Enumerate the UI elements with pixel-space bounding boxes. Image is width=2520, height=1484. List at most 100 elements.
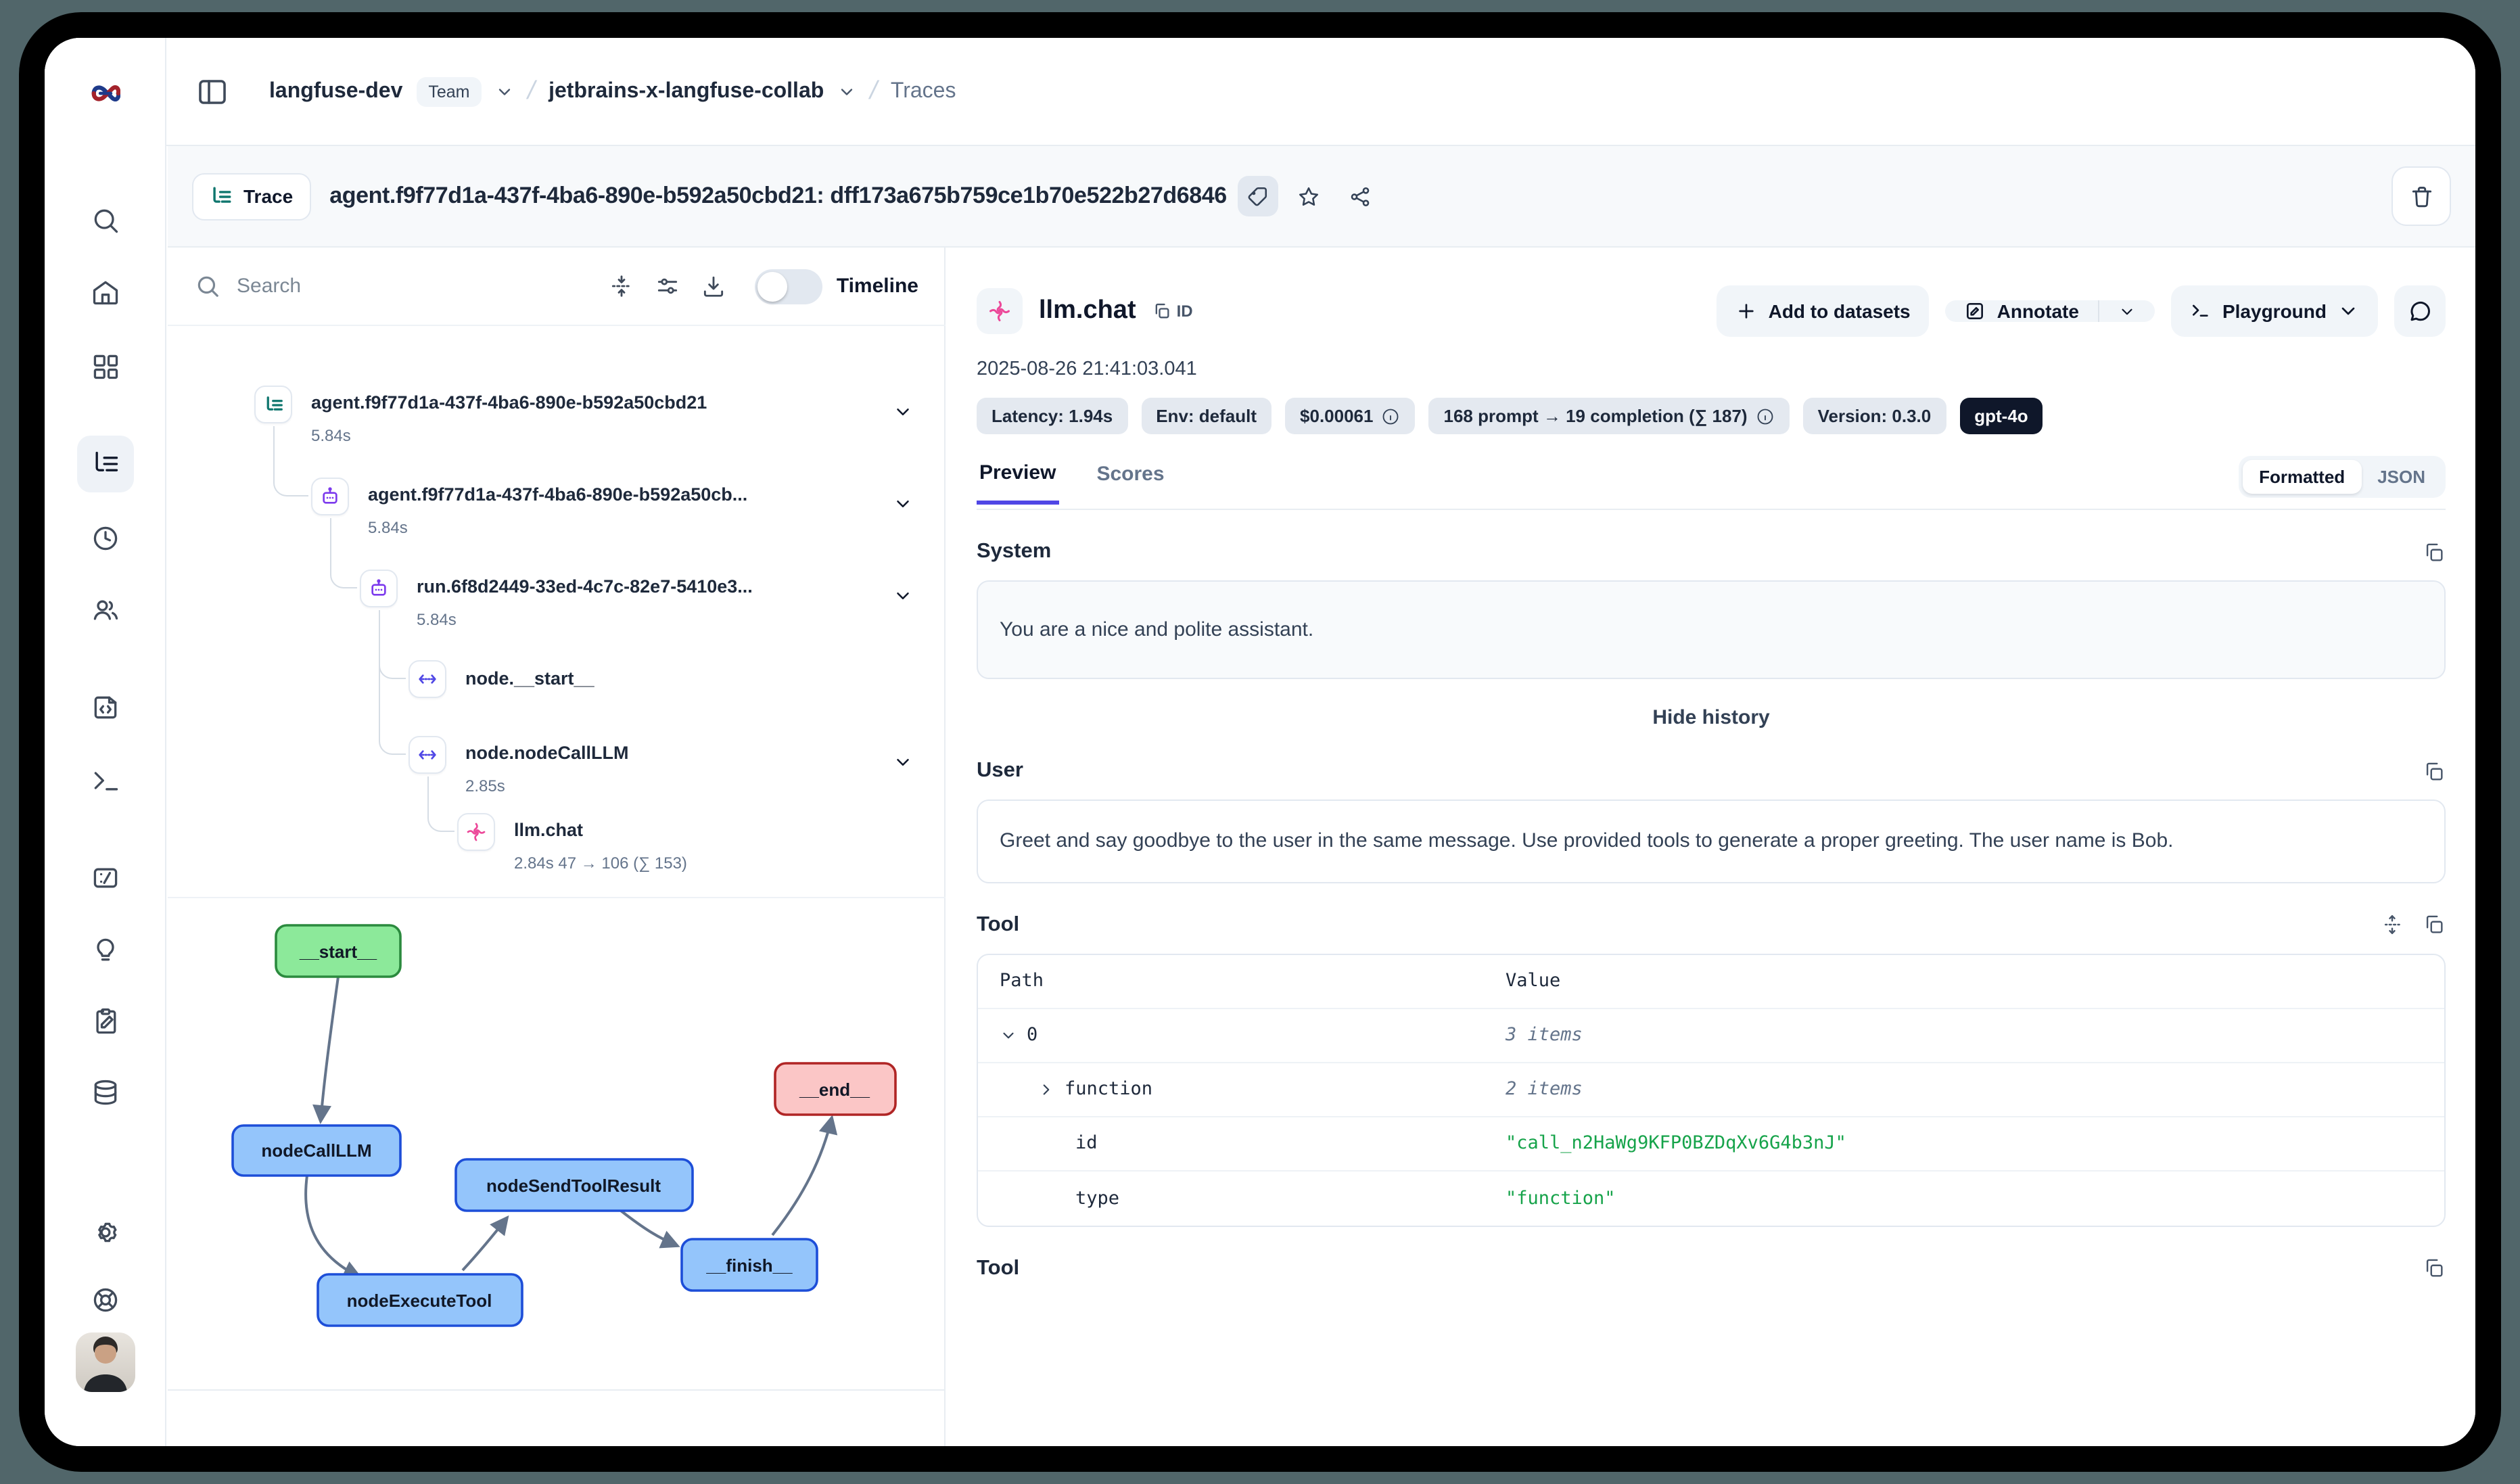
- user-avatar[interactable]: [76, 1332, 135, 1392]
- cost-value: $0.00061: [1300, 406, 1373, 426]
- playground-terminal-icon[interactable]: [77, 752, 134, 809]
- chevron-down-icon[interactable]: [837, 83, 856, 101]
- tree-row-label[interactable]: agent.f9f77d1a-437f-4ba6-890e-b592a50cbd…: [311, 392, 707, 413]
- json-value: 3 items: [1506, 1024, 1583, 1046]
- copy-icon[interactable]: [2423, 913, 2446, 936]
- agent-icon[interactable]: [311, 478, 349, 515]
- info-icon: [1756, 407, 1775, 425]
- search-icon[interactable]: [77, 192, 134, 249]
- trace-tree-panel: Search Timeline agent.f9f77d1a-4: [168, 248, 946, 1446]
- model-badge[interactable]: gpt-4o: [1959, 398, 2043, 434]
- agent-graph[interactable]: __start__ nodeCallLLM nodeSendToolResult…: [168, 897, 946, 1391]
- share-icon[interactable]: [1340, 176, 1381, 216]
- settings-gear-icon[interactable]: [77, 1204, 134, 1261]
- tab-scores[interactable]: Scores: [1094, 463, 1167, 502]
- col-path: Path: [978, 970, 1506, 992]
- tokens-value: 168 prompt → 19 completion (∑ 187): [1444, 406, 1748, 426]
- annotate-label: Annotate: [1997, 300, 2079, 322]
- tree-connector: [427, 776, 454, 832]
- hide-history-link[interactable]: Hide history: [977, 707, 2446, 730]
- annotate-button[interactable]: Annotate: [1946, 300, 2098, 322]
- org-logo[interactable]: [77, 65, 134, 122]
- copy-icon[interactable]: [2423, 540, 2446, 563]
- search-input[interactable]: Search: [237, 275, 301, 298]
- tab-preview[interactable]: Preview: [977, 461, 1058, 505]
- breadcrumb-project[interactable]: jetbrains-x-langfuse-collab: [549, 80, 824, 104]
- edge-finish-end: [772, 1117, 832, 1235]
- graph-node-label: __start__: [299, 942, 377, 962]
- trace-icon[interactable]: [254, 386, 292, 423]
- add-to-datasets-button[interactable]: Add to datasets: [1717, 285, 1930, 337]
- dashboard-icon[interactable]: [77, 338, 134, 395]
- breadcrumb: langfuse-dev Team / jetbrains-x-langfuse…: [196, 38, 956, 146]
- delete-trace-button[interactable]: [2391, 166, 2451, 226]
- expand-icon[interactable]: [2381, 913, 2404, 936]
- tree-row-label[interactable]: node.nodeCallLLM: [465, 743, 629, 763]
- table-row[interactable]: function 2 items: [978, 1063, 2444, 1117]
- json-value: "call_n2HaWg9KFP0BZDqXv6G4b3nJ": [1506, 1132, 1846, 1154]
- playground-button[interactable]: Playground: [2171, 285, 2378, 337]
- graph-node-label: nodeCallLLM: [261, 1140, 371, 1161]
- table-row[interactable]: 0 3 items: [978, 1008, 2444, 1063]
- tree-row-label[interactable]: run.6f8d2449-33ed-4c7c-82e7-5410e3...: [417, 576, 753, 597]
- sessions-clock-icon[interactable]: [77, 510, 134, 567]
- tree-row-label[interactable]: node.__start__: [465, 668, 594, 689]
- env-badge: Env: default: [1141, 398, 1271, 434]
- tracing-icon[interactable]: [77, 436, 134, 492]
- breadcrumb-org[interactable]: langfuse-dev: [269, 80, 402, 104]
- home-icon[interactable]: [77, 264, 134, 321]
- table-header-row: Path Value: [978, 954, 2444, 1008]
- span-icon[interactable]: [409, 736, 446, 774]
- breadcrumb-separator: /: [525, 77, 538, 107]
- tool-json-table: Path Value 0 3 items function: [977, 953, 2446, 1226]
- tree-row-duration: 5.84s: [417, 610, 457, 629]
- generation-icon[interactable]: [457, 813, 495, 851]
- chevron-down-icon[interactable]: [893, 752, 913, 772]
- annotate-dropdown-button[interactable]: [2099, 300, 2155, 322]
- chevron-down-icon[interactable]: [893, 402, 913, 422]
- table-row[interactable]: id "call_n2HaWg9KFP0BZDqXv6G4b3nJ": [978, 1117, 2444, 1171]
- cost-badge[interactable]: $0.00061: [1285, 398, 1415, 434]
- chevron-down-icon[interactable]: [893, 494, 913, 514]
- agent-icon[interactable]: [360, 570, 398, 607]
- prompts-icon[interactable]: [77, 679, 134, 736]
- chevron-right-icon[interactable]: [1037, 1080, 1055, 1098]
- toggle-knob: [758, 271, 788, 301]
- tree-row-label[interactable]: agent.f9f77d1a-437f-4ba6-890e-b592a50cb.…: [368, 484, 747, 505]
- version-badge: Version: 0.3.0: [1803, 398, 1946, 434]
- timeline-toggle[interactable]: [755, 269, 823, 304]
- table-row[interactable]: type "function": [978, 1171, 2444, 1225]
- tree-row-label[interactable]: llm.chat: [514, 820, 583, 840]
- top-bar: langfuse-dev Team / jetbrains-x-langfuse…: [45, 38, 2475, 146]
- datasets-database-icon[interactable]: [77, 1065, 134, 1121]
- format-json[interactable]: JSON: [2361, 460, 2442, 494]
- support-lifebuoy-icon[interactable]: [77, 1272, 134, 1328]
- tag-icon[interactable]: [1238, 176, 1278, 216]
- chevron-down-icon[interactable]: [496, 83, 515, 101]
- format-formatted[interactable]: Formatted: [2243, 460, 2361, 494]
- playground-label: Playground: [2222, 300, 2327, 322]
- annotate-button-group: Annotate: [1946, 300, 2155, 322]
- copy-id[interactable]: ID: [1152, 302, 1193, 321]
- copy-icon[interactable]: [2423, 1257, 2446, 1280]
- display-settings-icon[interactable]: [645, 263, 691, 309]
- tokens-badge[interactable]: 168 prompt → 19 completion (∑ 187): [1429, 398, 1790, 434]
- copy-icon[interactable]: [2423, 760, 2446, 783]
- star-icon[interactable]: [1289, 176, 1330, 216]
- chevron-down-icon[interactable]: [893, 586, 913, 606]
- detail-title-row: llm.chat ID Add to datasets: [977, 285, 2446, 337]
- breadcrumb-section[interactable]: Traces: [891, 80, 956, 104]
- system-heading: System: [977, 540, 1051, 564]
- span-icon[interactable]: [409, 660, 446, 698]
- chevron-down-icon[interactable]: [1000, 1026, 1017, 1044]
- insights-bulb-icon[interactable]: [77, 921, 134, 978]
- add-to-datasets-label: Add to datasets: [1769, 300, 1911, 322]
- download-icon[interactable]: [691, 263, 737, 309]
- users-icon[interactable]: [77, 582, 134, 639]
- tool-heading: Tool: [977, 912, 1019, 937]
- annotation-clipboard-icon[interactable]: [77, 993, 134, 1050]
- collapse-all-icon[interactable]: [599, 263, 645, 309]
- comments-button[interactable]: [2394, 285, 2446, 337]
- panel-toggle-icon[interactable]: [196, 76, 229, 108]
- evals-icon[interactable]: [77, 850, 134, 906]
